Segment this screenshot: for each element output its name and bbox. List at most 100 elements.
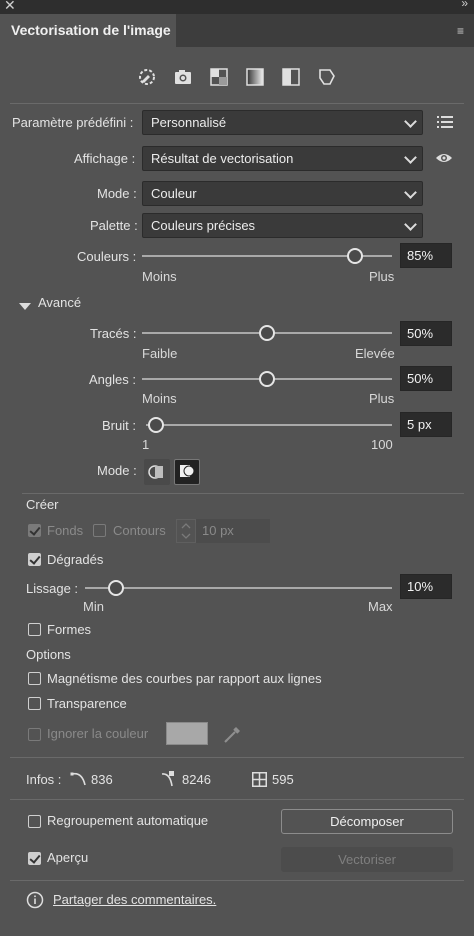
anchor-count-icon [160,770,178,791]
snap-curves-checkbox[interactable] [28,672,41,685]
divider [10,799,464,800]
high-color-icon[interactable] [172,66,194,88]
palette-dropdown[interactable]: Couleurs précises [142,213,423,238]
expand-button[interactable]: Décomposer [281,809,453,834]
paths-label: Tracés : [90,326,137,341]
mode-label: Mode : [97,186,137,201]
panel-title: Vectorisation de l'image [11,22,171,38]
info-label: Infos : [26,772,62,787]
eyedropper-icon[interactable] [222,723,244,748]
preview-label: Aperçu [47,850,89,865]
noise-min-label: 1 [142,437,150,452]
shapes-label: Formes [47,622,92,637]
shapes-checkbox[interactable] [28,623,41,636]
angles-slider-knob[interactable] [259,371,275,387]
preset-manager-icon[interactable] [437,115,453,132]
disclosure-triangle-icon[interactable] [19,299,31,314]
feedback-link[interactable]: Partager des commentaires. [53,892,216,907]
stroke-width-value: 10 px [202,523,234,538]
auto-group-checkbox[interactable] [28,815,41,828]
low-color-icon[interactable] [208,66,230,88]
auto-group-label: Regroupement automatique [47,813,209,828]
paths-max-label: Elevée [355,346,395,361]
smooth-min-label: Min [83,599,104,614]
noise-value-field[interactable]: 5 px [400,412,452,437]
smooth-slider-knob[interactable] [107,580,124,596]
preset-value: Personnalisé [151,115,227,130]
create-section-label: Créer [26,497,59,512]
ignore-color-checkbox[interactable] [28,728,41,741]
eye-icon[interactable] [435,151,453,168]
options-section-label: Options [26,647,71,662]
mode-value: Couleur [151,186,197,201]
tab-image-trace[interactable]: Vectorisation de l'image [0,14,176,47]
preview-checkbox[interactable] [28,852,41,865]
angles-min-label: Moins [142,391,177,406]
expand-button-label: Décomposer [330,814,404,829]
preset-label: Paramètre prédéfini : [12,115,134,130]
noise-slider-knob[interactable] [147,417,164,433]
path-count: 836 [91,772,113,787]
trace-button[interactable]: Vectoriser [281,847,453,872]
smooth-value-field[interactable]: 10% [400,574,452,599]
collapse-icon[interactable]: » [461,0,468,10]
view-value: Résultat de vectorisation [151,151,294,166]
chevron-down-icon [404,186,417,199]
chevron-down-icon [404,115,417,128]
colors-min-label: Moins [142,269,177,284]
smooth-max-label: Max [368,599,393,614]
colors-slider-knob[interactable] [346,248,363,264]
strokes-label: Contours [113,523,166,538]
paths-slider-knob[interactable] [259,325,275,341]
angles-value-field[interactable]: 50% [400,366,452,391]
preset-dropdown[interactable]: Personnalisé [142,110,423,135]
abutting-method-button[interactable] [144,459,170,485]
ignore-color-swatch[interactable] [166,722,208,745]
divider [10,880,464,881]
palette-label: Palette : [90,218,138,233]
auto-color-icon[interactable] [136,66,158,88]
gradients-checkbox[interactable] [28,553,41,566]
noise-max-label: 100 [371,437,393,452]
strokes-checkbox[interactable] [93,524,106,537]
snap-curves-label: Magnétisme des courbes par rapport aux l… [47,671,322,686]
colors-value: 85% [407,248,434,263]
gradients-label: Dégradés [47,552,104,567]
outline-icon[interactable] [316,66,338,88]
smooth-slider-track[interactable] [85,587,392,589]
chevron-down-icon [404,151,417,164]
divider [10,103,464,104]
window-title-bar: ✕ » [0,0,474,14]
smooth-value: 10% [407,579,434,594]
overlapping-method-button[interactable] [174,459,200,485]
color-count-icon [252,772,267,790]
panel-menu-icon[interactable]: ≡ [457,24,464,38]
fills-label: Fonds [47,523,84,538]
noise-value: 5 px [407,417,432,432]
abutting-icon [148,465,163,479]
trace-button-label: Vectoriser [338,852,396,867]
advanced-toggle[interactable]: Avancé [38,295,81,310]
black-white-icon[interactable] [280,66,302,88]
grayscale-icon[interactable] [244,66,266,88]
overlapping-icon [180,465,195,477]
angles-value: 50% [407,371,434,386]
colors-max-label: Plus [369,269,395,284]
divider [10,757,464,758]
noise-slider-track[interactable] [146,424,392,426]
transparency-checkbox[interactable] [28,697,41,710]
preset-icon-bar [136,66,346,88]
close-icon[interactable]: ✕ [4,0,16,14]
colors-value-field[interactable]: 85% [400,243,452,268]
stroke-width-field[interactable]: 10 px [196,519,270,543]
fills-checkbox[interactable] [28,524,41,537]
stroke-stepper[interactable] [176,519,196,543]
palette-value: Couleurs précises [151,218,256,233]
method-label: Mode : [97,463,137,478]
paths-value-field[interactable]: 50% [400,321,452,346]
paths-min-label: Faible [142,346,178,361]
mode-dropdown[interactable]: Couleur [142,181,423,206]
color-count: 595 [272,772,294,787]
view-dropdown[interactable]: Résultat de vectorisation [142,146,423,171]
anchor-count: 8246 [182,772,211,787]
